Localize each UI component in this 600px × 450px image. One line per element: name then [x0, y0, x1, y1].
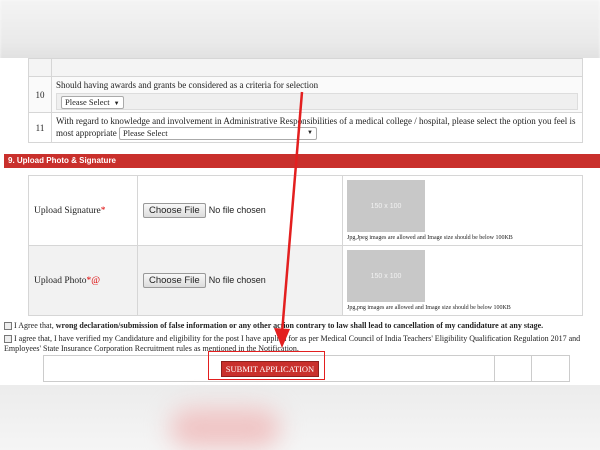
arrow-shaft: [280, 91, 304, 334]
arrow-head-icon: [274, 328, 290, 348]
annotation-arrow: [274, 91, 304, 348]
